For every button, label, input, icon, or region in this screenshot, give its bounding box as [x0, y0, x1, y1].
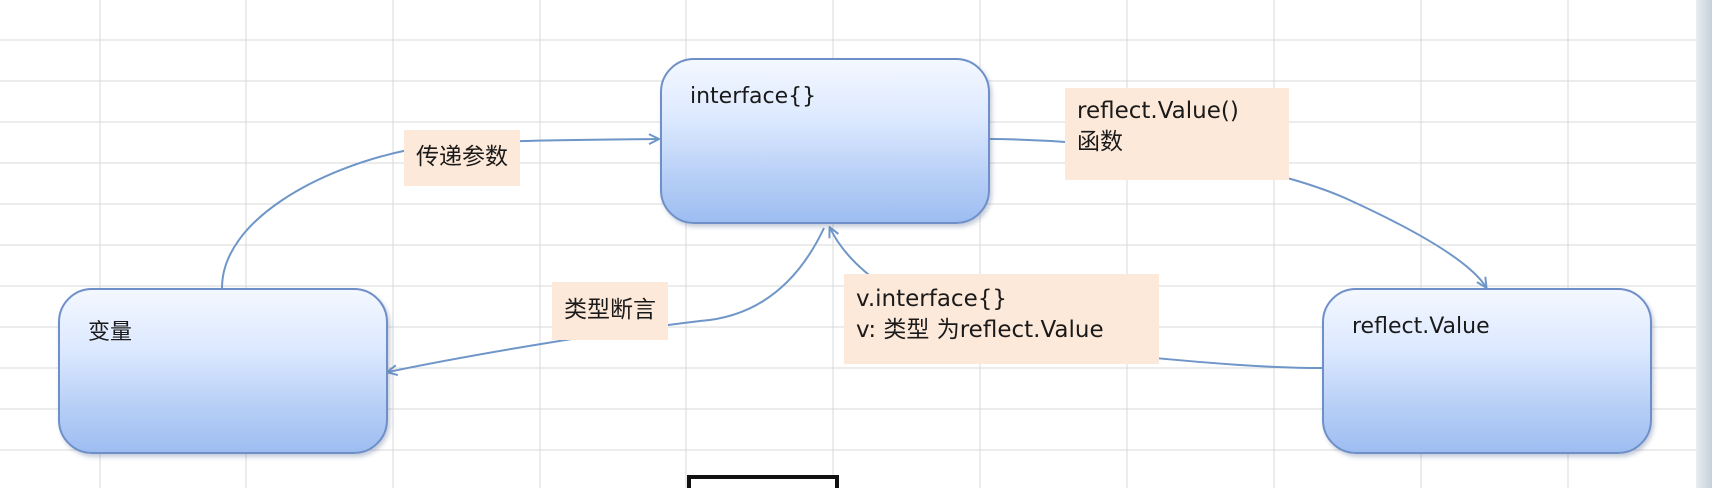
diagram-canvas: interface{} 变量 reflect.Value 传递参数 类型断言 r… [0, 0, 1712, 488]
interface-node: interface{} [660, 58, 990, 224]
window-edge-strip [1696, 0, 1712, 488]
reflect-value-func-label: reflect.Value() 函数 [1065, 88, 1289, 180]
reflect-value-func-line1: reflect.Value() [1077, 98, 1239, 124]
interface-node-label: interface{} [690, 84, 817, 109]
v-interface-line1: v.interface{} [856, 286, 1007, 312]
v-interface-label: v.interface{} v: 类型 为reflect.Value [844, 274, 1159, 364]
type-assert-label: 类型断言 [552, 282, 668, 340]
v-interface-line2: v: 类型 为reflect.Value [856, 317, 1104, 343]
reflect-value-node: reflect.Value [1322, 288, 1652, 454]
variable-node: 变量 [58, 288, 388, 454]
variable-node-label: 变量 [88, 320, 133, 345]
reflect-value-func-line2: 函数 [1077, 129, 1123, 155]
pass-param-label: 传递参数 [404, 130, 520, 186]
reflect-value-node-label: reflect.Value [1352, 314, 1490, 339]
bottom-box-outline [687, 475, 839, 488]
